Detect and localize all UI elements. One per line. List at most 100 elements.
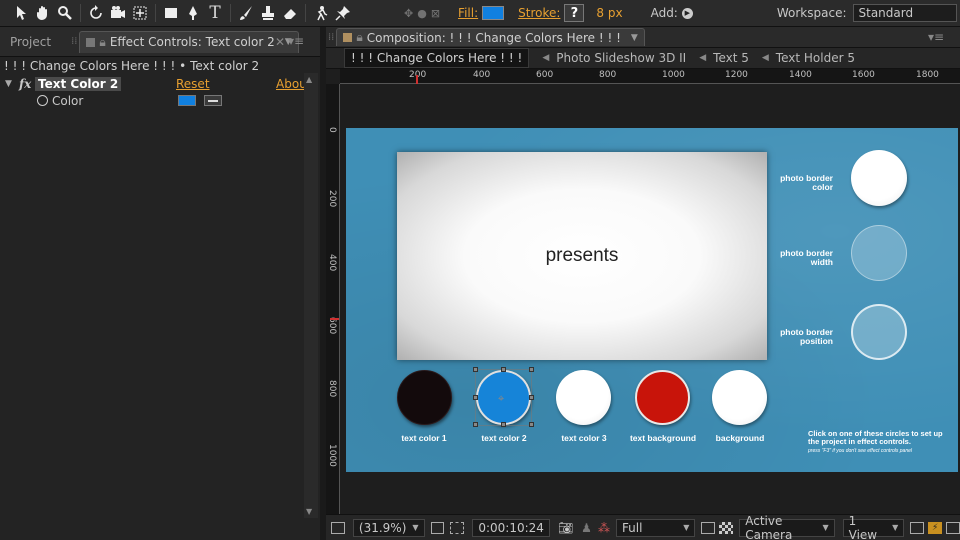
workspace-select[interactable]: Standard — [852, 4, 957, 22]
breadcrumb-item[interactable]: Text Holder 5 — [776, 51, 855, 65]
region-of-interest-icon[interactable] — [701, 521, 716, 534]
transform-handle[interactable] — [529, 395, 534, 400]
transform-handle[interactable] — [501, 367, 506, 372]
eyedropper-icon[interactable] — [204, 95, 222, 106]
scroll-up-icon[interactable]: ▲ — [306, 75, 312, 84]
ruler-tick: 200 — [327, 190, 337, 208]
ruler-tick: 1800 — [916, 70, 939, 80]
always-preview-icon[interactable] — [331, 521, 345, 534]
type-tool-icon[interactable]: T — [204, 2, 226, 24]
transform-handle[interactable] — [473, 395, 478, 400]
pan-behind-tool-icon[interactable] — [129, 2, 151, 24]
composition-viewer[interactable]: presents photo border color photo border… — [346, 128, 958, 472]
timeline-icon[interactable] — [946, 521, 960, 534]
stroke-width-value[interactable]: 8 px — [596, 6, 622, 20]
safe-zones-icon[interactable] — [430, 521, 445, 534]
text-color-1-circle[interactable] — [397, 370, 452, 425]
color-channels-icon[interactable]: ⁂ — [598, 521, 610, 535]
magnification-select[interactable]: (31.9%) ▼ — [352, 518, 425, 537]
panel-options-icon[interactable]: ▾≡ — [928, 30, 944, 44]
hand-tool-icon[interactable] — [32, 2, 54, 24]
fill-label[interactable]: Fill: — [458, 6, 478, 20]
color-property-swatch[interactable] — [178, 95, 196, 106]
toolbar-divider — [80, 4, 81, 22]
close-icon[interactable]: ✕ — [275, 35, 285, 49]
left-tabbar: Project ⁞⁞ 🔒︎ Effect Controls: Text colo… — [0, 27, 320, 57]
resolution-value: Full — [621, 520, 643, 535]
fill-color-swatch[interactable] — [482, 6, 505, 20]
text-background-circle[interactable] — [635, 370, 690, 425]
lock-icon[interactable]: 🔒︎ — [356, 30, 362, 45]
swatch-label: text color 1 — [401, 433, 447, 443]
vertical-ruler[interactable]: 0 200 400 600 800 1000 — [326, 84, 340, 514]
photo-border-width-circle[interactable] — [851, 225, 907, 281]
anchor-point-icon[interactable]: ⌖ — [498, 392, 504, 406]
toggle-pixel-aspect-icon[interactable] — [910, 521, 925, 534]
twirl-down-icon[interactable]: ▼ — [5, 79, 19, 89]
breadcrumb-arrow-icon: ◀ — [761, 53, 769, 63]
breadcrumb-item[interactable]: Text 5 — [713, 51, 749, 65]
view-layout-select[interactable]: 1 View ▼ — [842, 514, 905, 540]
reset-link[interactable]: Reset — [176, 77, 210, 91]
active-camera-select[interactable]: Active Camera ▼ — [739, 514, 835, 540]
toggle-mask-icon[interactable] — [450, 521, 465, 534]
add-menu-arrow-icon[interactable]: ▶ — [681, 7, 693, 19]
effect-controls-subtitle: ! ! ! Change Colors Here ! ! ! • Text co… — [4, 59, 260, 73]
stroke-color-swatch[interactable]: ? — [564, 4, 585, 22]
photo-placeholder[interactable]: presents — [397, 152, 767, 360]
rotation-tool-icon[interactable] — [85, 2, 107, 24]
tab-effect-controls-label: Effect Controls: Text color 2 — [109, 35, 275, 49]
transform-handle[interactable] — [473, 367, 478, 372]
transparency-grid-icon[interactable] — [719, 521, 734, 534]
horizontal-ruler[interactable]: 200 400 600 800 1000 1200 1400 1600 1800 — [340, 69, 960, 84]
breadcrumb-arrow-icon: ◀ — [542, 53, 550, 63]
effect-row: ▼ fx Text Color 2 Reset About — [0, 75, 320, 92]
transform-handle[interactable] — [473, 422, 478, 427]
active-camera-value: Active Camera — [745, 513, 793, 540]
transform-handle[interactable] — [529, 422, 534, 427]
eraser-tool-icon[interactable] — [279, 2, 301, 24]
left-scrollbar[interactable]: ▲ ▼ — [304, 73, 318, 518]
zoom-tool-icon[interactable] — [54, 2, 76, 24]
stopwatch-icon[interactable] — [37, 95, 48, 106]
breadcrumb-item[interactable]: Photo Slideshow 3D II — [556, 51, 686, 65]
tab-project[interactable]: Project — [4, 31, 57, 53]
roto-brush-tool-icon[interactable] — [310, 2, 332, 24]
background-circle[interactable] — [712, 370, 767, 425]
tab-composition[interactable]: 🔒︎ Composition: ! ! ! Change Colors Here… — [336, 28, 645, 46]
text-color-3-circle[interactable] — [556, 370, 611, 425]
clone-stamp-tool-icon[interactable] — [257, 2, 279, 24]
pen-tool-icon[interactable] — [182, 2, 204, 24]
breadcrumb-item[interactable]: ! ! ! Change Colors Here ! ! ! — [344, 48, 530, 68]
photo-border-position-circle[interactable] — [851, 304, 907, 360]
add-label: Add: — [650, 6, 678, 20]
ruler-tick: 800 — [327, 380, 337, 398]
scroll-down-icon[interactable]: ▼ — [306, 507, 312, 516]
fast-previews-icon[interactable]: ⚡ — [928, 521, 943, 534]
resolution-select[interactable]: Full ▼ — [615, 518, 696, 537]
puppet-pin-tool-icon[interactable] — [332, 2, 354, 24]
effect-name[interactable]: Text Color 2 — [35, 76, 122, 91]
rectangle-tool-icon[interactable] — [160, 2, 182, 24]
lock-icon[interactable]: 🔒︎ — [99, 35, 105, 50]
brush-tool-icon[interactable] — [235, 2, 257, 24]
panel-grip-icon: ⁞⁞ — [71, 36, 78, 47]
selection-tool-icon[interactable] — [10, 2, 32, 24]
ruler-tick: 1000 — [662, 70, 685, 80]
chevron-down-icon: ▼ — [412, 523, 419, 532]
photo-border-color-circle[interactable] — [851, 150, 907, 206]
fx-icon[interactable]: fx — [19, 77, 35, 91]
snapshot-camera-icon[interactable]: 📷︎ — [558, 521, 573, 535]
chevron-down-icon: ▼ — [822, 523, 829, 532]
panel-options-icon[interactable]: ▾≡ — [288, 34, 304, 48]
tab-effect-controls[interactable]: 🔒︎ Effect Controls: Text color 2 ▼ — [79, 30, 299, 53]
camera-tool-icon[interactable] — [107, 2, 129, 24]
transform-handle[interactable] — [501, 422, 506, 427]
current-time-display[interactable]: 0:00:10:24 — [472, 518, 550, 537]
show-snapshot-icon[interactable]: ♟ — [581, 521, 592, 535]
toolbar-divider — [230, 4, 231, 22]
stroke-label[interactable]: Stroke: — [518, 6, 560, 20]
chevron-down-icon[interactable]: ▼ — [631, 33, 638, 43]
transform-handle[interactable] — [529, 367, 534, 372]
breadcrumb-arrow-icon: ◀ — [699, 53, 707, 63]
